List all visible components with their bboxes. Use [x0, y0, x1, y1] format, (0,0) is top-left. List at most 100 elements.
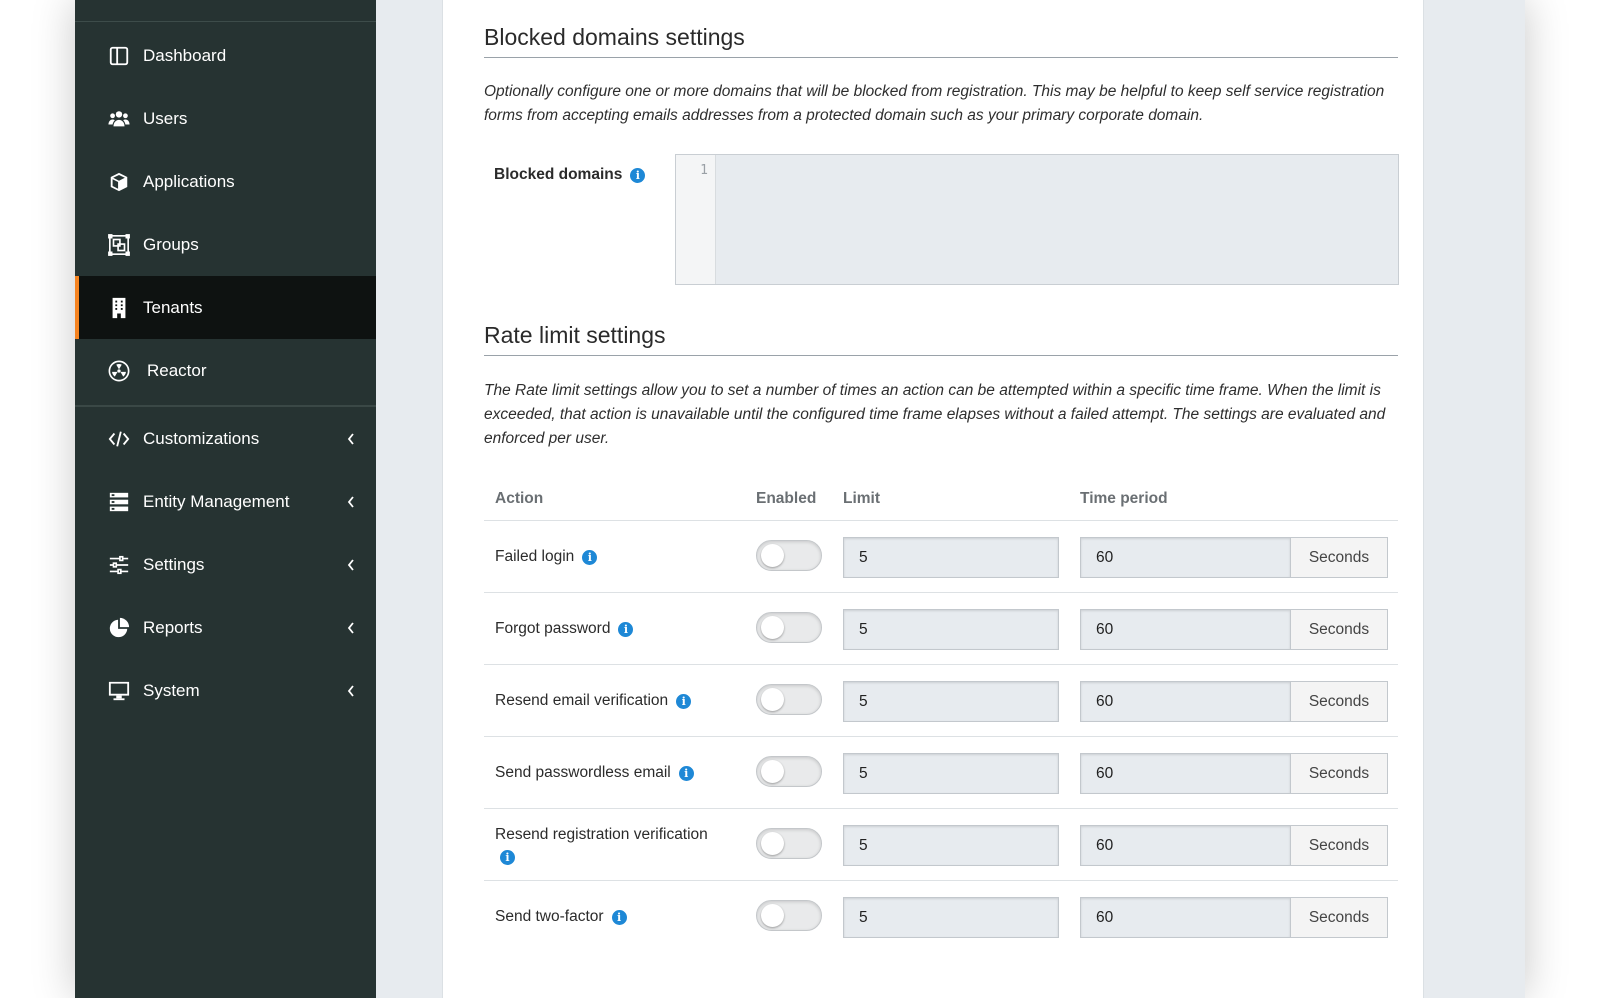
action-label: Send two-factor — [495, 908, 604, 925]
sidebar-item-reports[interactable]: Reports — [75, 596, 376, 659]
action-label: Failed login — [495, 548, 575, 565]
sidebar-item-customizations[interactable]: Customizations — [75, 407, 376, 470]
action-label: Resend email verification — [495, 692, 669, 709]
time-period-input[interactable]: 60 — [1080, 609, 1291, 650]
action-label: Resend registration verification — [495, 825, 708, 843]
sidebar-item-dashboard[interactable]: Dashboard — [75, 24, 376, 87]
table-row: Send passwordless email i 5 60 Seconds — [484, 737, 1398, 809]
rate-limit-title: Rate limit settings — [484, 322, 1398, 356]
table-row: Forgot password i 5 60 Seconds — [484, 593, 1398, 665]
enabled-toggle[interactable] — [756, 756, 822, 787]
enabled-toggle[interactable] — [756, 684, 822, 715]
sidebar-item-applications[interactable]: Applications — [75, 150, 376, 213]
action-cell: Send two-factor i — [495, 881, 745, 953]
time-period-input[interactable]: 60 — [1080, 825, 1291, 866]
chevron-left-icon — [347, 684, 354, 697]
sidebar-item-entity-management[interactable]: Entity Management — [75, 470, 376, 533]
limit-input[interactable]: 5 — [843, 609, 1059, 650]
blocked-domains-label-text: Blocked domains — [494, 166, 623, 183]
action-cell: Send passwordless email i — [495, 737, 745, 809]
table-row: Send two-factor i 5 60 Seconds — [484, 881, 1398, 953]
action-label: Forgot password — [495, 620, 611, 637]
sidebar-item-label: Reports — [143, 617, 203, 637]
time-unit-addon: Seconds — [1290, 537, 1388, 578]
groups-icon — [107, 233, 131, 257]
sidebar-item-label: Entity Management — [143, 491, 290, 511]
time-period-input[interactable]: 60 — [1080, 537, 1291, 578]
action-cell: Resend email verification i — [495, 665, 745, 737]
enabled-toggle[interactable] — [756, 612, 822, 643]
rate-limit-table: Action Enabled Limit Time period Failed … — [484, 474, 1398, 953]
tenant-settings-panel: Blocked domains settings Optionally conf… — [442, 0, 1424, 998]
limit-input[interactable]: 5 — [843, 753, 1059, 794]
time-period-input[interactable]: 60 — [1080, 681, 1291, 722]
sidebar-item-system[interactable]: System — [75, 659, 376, 722]
enabled-toggle[interactable] — [756, 828, 822, 859]
info-icon[interactable]: i — [676, 693, 692, 709]
info-icon[interactable]: i — [582, 549, 598, 565]
cube-icon — [107, 170, 131, 194]
sidebar-item-users[interactable]: Users — [75, 87, 376, 150]
server-icon — [107, 490, 131, 514]
blocked-domains-label: Blocked domains i — [494, 166, 646, 184]
limit-input[interactable]: 5 — [843, 897, 1059, 938]
users-icon — [107, 107, 131, 131]
time-unit-addon: Seconds — [1290, 681, 1388, 722]
action-cell: Resend registration verification i — [495, 809, 745, 881]
blocked-domains-description: Optionally configure one or more domains… — [484, 83, 1385, 124]
table-row: Resend registration verification i 5 60 … — [484, 809, 1398, 881]
column-header-limit: Limit — [843, 490, 881, 507]
limit-input[interactable]: 5 — [843, 681, 1059, 722]
sidebar-item-settings[interactable]: Settings — [75, 533, 376, 596]
sidebar-item-label: Customizations — [143, 428, 260, 448]
building-icon — [107, 296, 131, 320]
rate-limit-description: The Rate limit settings allow you to set… — [484, 382, 1386, 447]
limit-input[interactable]: 5 — [843, 825, 1059, 866]
time-period-input[interactable]: 60 — [1080, 753, 1291, 794]
sidebar-item-label: Groups — [143, 234, 199, 254]
action-cell: Failed login i — [495, 521, 745, 593]
dashboard-icon — [107, 44, 131, 68]
sidebar-divider — [75, 21, 376, 22]
enabled-toggle[interactable] — [756, 540, 822, 571]
column-header-enabled: Enabled — [756, 490, 817, 507]
limit-input[interactable]: 5 — [843, 537, 1059, 578]
sliders-icon — [107, 553, 131, 577]
time-unit-addon: Seconds — [1290, 753, 1388, 794]
sidebar-item-groups[interactable]: Groups — [75, 213, 376, 276]
blocked-domains-input[interactable] — [716, 155, 1398, 284]
code-icon — [107, 427, 131, 451]
time-unit-addon: Seconds — [1290, 897, 1388, 938]
time-unit-addon: Seconds — [1290, 609, 1388, 650]
sidebar-item-label: Applications — [143, 171, 235, 191]
blocked-domains-title: Blocked domains settings — [484, 24, 1398, 58]
info-icon[interactable]: i — [630, 167, 646, 183]
sidebar-item-label: Settings — [143, 554, 205, 574]
column-header-action: Action — [495, 490, 544, 507]
chevron-left-icon — [347, 558, 354, 571]
enabled-toggle[interactable] — [756, 900, 822, 931]
time-unit-addon: Seconds — [1290, 825, 1388, 866]
sidebar-item-label: Tenants — [143, 297, 203, 317]
app-window: Dashboard Users Applications Groups Tena — [75, 0, 1525, 998]
line-number-gutter: 1 — [676, 155, 716, 284]
blocked-domains-editor[interactable]: 1 — [675, 154, 1399, 285]
column-header-time-period: Time period — [1080, 490, 1168, 507]
monitor-icon — [107, 679, 131, 703]
time-period-input[interactable]: 60 — [1080, 897, 1291, 938]
sidebar-item-reactor[interactable]: Reactor — [75, 339, 376, 402]
sidebar-item-tenants[interactable]: Tenants — [75, 276, 376, 339]
chevron-left-icon — [347, 495, 354, 508]
info-icon[interactable]: i — [611, 909, 627, 925]
sidebar-item-label: Users — [143, 108, 188, 128]
chevron-left-icon — [347, 621, 354, 634]
table-row: Failed login i 5 60 Seconds — [484, 521, 1398, 593]
info-icon[interactable]: i — [678, 765, 694, 781]
radiation-icon — [107, 359, 131, 383]
info-icon[interactable]: i — [618, 621, 634, 637]
action-label: Send passwordless email — [495, 764, 671, 781]
table-row: Resend email verification i 5 60 Seconds — [484, 665, 1398, 737]
pie-chart-icon — [107, 616, 131, 640]
chevron-left-icon — [347, 432, 354, 445]
info-icon[interactable]: i — [500, 849, 515, 865]
